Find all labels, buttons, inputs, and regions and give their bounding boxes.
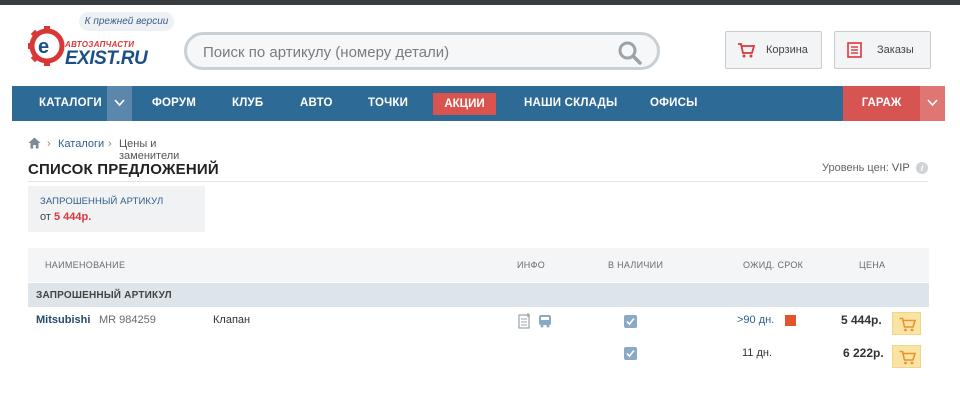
nav-forum[interactable]: ФОРУМ (152, 86, 196, 121)
nav-auto[interactable]: АВТО (300, 86, 333, 121)
prev-version-link[interactable]: К прежней версии (79, 12, 174, 31)
home-icon[interactable] (28, 137, 41, 149)
svg-text:e: e (38, 36, 49, 58)
table-group-row: ЗАПРОШЕННЫЙ АРТИКУЛ (28, 283, 929, 307)
orders-button[interactable]: Заказы (834, 31, 931, 69)
price-level-value: VIP (891, 162, 910, 174)
nav-garage[interactable]: ГАРАЖ (843, 86, 920, 121)
nav-offices[interactable]: ОФИСЫ (650, 86, 698, 121)
nav-club[interactable]: КЛУБ (232, 86, 263, 121)
column-price: ЦЕНА (859, 260, 886, 270)
group-label: ЗАПРОШЕННЫЙ АРТИКУЛ (36, 290, 172, 301)
row-price: 6 222р. (843, 346, 884, 360)
price-level: Уровень цен: VIP (822, 162, 910, 174)
nav-warehouses[interactable]: НАШИ СКЛАДЫ (524, 86, 617, 121)
breadcrumb-separator: › (47, 138, 51, 150)
nav-catalogs[interactable]: КАТАЛОГИ (39, 86, 102, 121)
column-name: НАИМЕНОВАНИЕ (45, 260, 126, 270)
price-level-label: Уровень цен: (822, 162, 889, 174)
cart-icon (899, 317, 916, 332)
in-stock-checkbox (624, 347, 637, 360)
add-to-cart-button[interactable] (892, 312, 921, 335)
cart-label: Корзина (766, 44, 808, 56)
requested-article-price: от 5 444р. (40, 211, 91, 223)
row-article: MR 984259 (99, 314, 156, 326)
info-icon[interactable]: i (916, 162, 928, 174)
row-delivery-term[interactable]: >90 дн. (737, 314, 774, 326)
column-term: ОЖИД. СРОК (743, 260, 804, 270)
add-to-cart-button[interactable] (892, 345, 921, 368)
row-price: 5 444р. (841, 313, 882, 327)
gear-logo-icon: e (28, 26, 65, 66)
page-title: СПИСОК ПРЕДЛОЖЕНИЙ (28, 161, 219, 178)
row-part-name: Клапан (213, 314, 251, 326)
search-input[interactable] (203, 41, 603, 63)
divider (28, 181, 928, 182)
logo-text: EXIST.RU (65, 48, 148, 69)
breadcrumb-separator: › (108, 138, 112, 150)
browser-top-strip (0, 0, 960, 5)
orders-list-icon (847, 42, 862, 58)
row-brand[interactable]: Mitsubishi (36, 314, 90, 326)
nav-garage-dropdown[interactable] (920, 86, 945, 121)
requested-article-box[interactable]: ЗАПРОШЕННЫЙ АРТИКУЛ от 5 444р. (28, 186, 205, 232)
check-icon (626, 349, 635, 358)
orders-label: Заказы (877, 44, 914, 56)
nav-promo[interactable]: АКЦИИ (433, 93, 496, 115)
search-icon[interactable] (617, 40, 643, 66)
search-bar[interactable] (184, 32, 660, 70)
price-from-label: от (40, 211, 51, 223)
cart-icon (899, 350, 916, 365)
nav-catalogs-dropdown[interactable] (107, 86, 132, 121)
in-stock-checkbox (624, 315, 637, 328)
price-from-value: 5 444р. (53, 211, 92, 223)
document-info-icon[interactable] (518, 313, 532, 329)
column-stock: В НАЛИЧИИ (608, 260, 664, 270)
table-header: НАИМЕНОВАНИЕ ИНФО В НАЛИЧИИ ОЖИД. СРОК Ц… (28, 248, 929, 282)
breadcrumb-catalogs[interactable]: Каталоги (58, 138, 104, 150)
term-warning-flag (785, 315, 796, 326)
main-nav: КАТАЛОГИ ФОРУМ КЛУБ АВТО ТОЧКИ АКЦИИ НАШ… (12, 86, 945, 121)
delivery-icon[interactable] (538, 314, 552, 328)
breadcrumb-current: Цены и заменители (119, 138, 180, 162)
column-info: ИНФО (517, 260, 546, 270)
check-icon (626, 317, 635, 326)
requested-article-label: ЗАПРОШЕННЫЙ АРТИКУЛ (40, 196, 164, 207)
row-delivery-term: 11 дн. (742, 347, 773, 359)
cart-button[interactable]: Корзина (725, 31, 822, 69)
chevron-down-icon (927, 99, 938, 107)
chevron-down-icon (114, 99, 125, 107)
nav-points[interactable]: ТОЧКИ (368, 86, 408, 121)
cart-icon (738, 43, 755, 58)
